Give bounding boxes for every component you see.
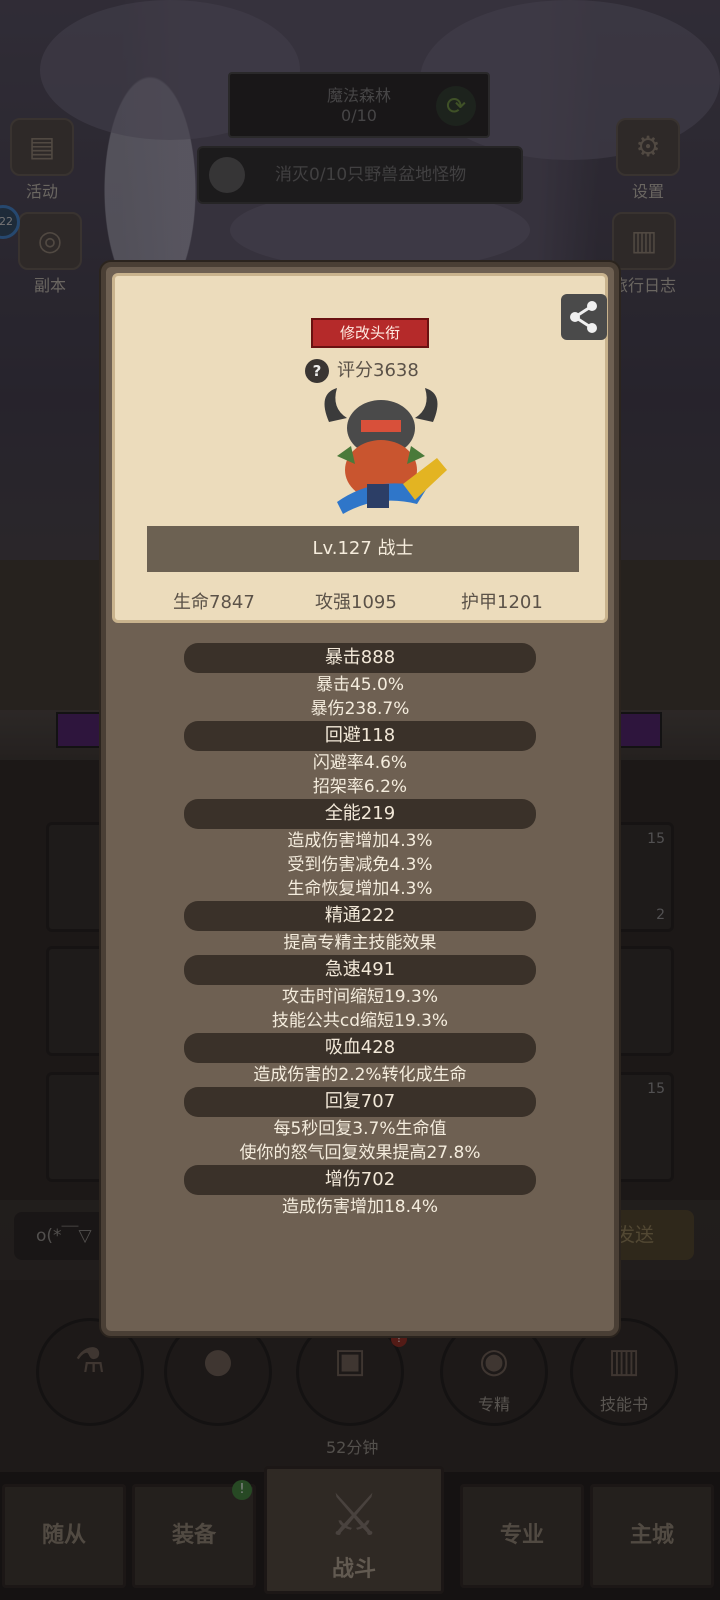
score-row: ? 评分3638 xyxy=(305,356,419,383)
stat-header: 急速491 xyxy=(184,955,536,985)
stat-detail: 暴击45.0% xyxy=(315,675,404,695)
stat-detail: 每5秒回复3.7%生命值 xyxy=(273,1119,447,1139)
character-avatar xyxy=(324,388,447,514)
stat-detail: 造成伤害增加18.4% xyxy=(281,1197,438,1217)
stat-header: 暴击888 xyxy=(184,643,536,673)
stat-header: 精通222 xyxy=(184,901,536,931)
stat-detail: 提高专精主技能效果 xyxy=(283,933,437,953)
stat-detail: 闪避率4.6% xyxy=(312,753,408,773)
stat-detail: 生命恢复增加4.3% xyxy=(287,879,433,899)
stat-detail: 攻击时间缩短19.3% xyxy=(281,987,438,1007)
hp-stat: 生命7847 xyxy=(173,592,255,613)
share-button[interactable] xyxy=(561,294,607,340)
rename-title-button[interactable]: 修改头衔 xyxy=(311,318,429,348)
stat-detail: 招架率6.2% xyxy=(312,777,408,797)
score-value: 评分3638 xyxy=(337,360,419,381)
armor-stat: 护甲1201 xyxy=(461,592,543,613)
stat-header: 全能219 xyxy=(184,799,536,829)
stats-list: 暴击888 暴击45.0% 暴伤238.7% 回避118 闪避率4.6% 招架率6.2% 全… xyxy=(106,643,614,1219)
help-icon[interactable]: ? xyxy=(305,359,329,383)
stat-detail: 受到伤害减免4.3% xyxy=(287,855,433,875)
stat-header: 吸血428 xyxy=(184,1033,536,1063)
profile-header: 修改头衔 ? 评分3638 Lv.127 战士 生命7847 攻强1095 护甲… xyxy=(112,273,608,623)
attack-stat: 攻强1095 xyxy=(315,592,397,613)
stat-detail: 使你的怒气回复效果提高27.8% xyxy=(239,1143,481,1163)
stat-detail: 造成伤害的2.2%转化成生命 xyxy=(253,1065,467,1085)
share-icon xyxy=(570,301,597,333)
stat-header: 增伤702 xyxy=(184,1165,536,1195)
stat-header: 回复707 xyxy=(184,1087,536,1117)
level-class-bar: Lv.127 战士 xyxy=(147,526,579,572)
stat-detail: 暴伤238.7% xyxy=(310,699,410,719)
stat-detail: 技能公共cd缩短19.3% xyxy=(271,1011,449,1031)
profile-card: 修改头衔 ? 评分3638 Lv.127 战士 生命7847 攻强1095 护甲… xyxy=(101,262,619,1336)
stat-detail: 造成伤害增加4.3% xyxy=(287,831,433,851)
stat-header: 回避118 xyxy=(184,721,536,751)
